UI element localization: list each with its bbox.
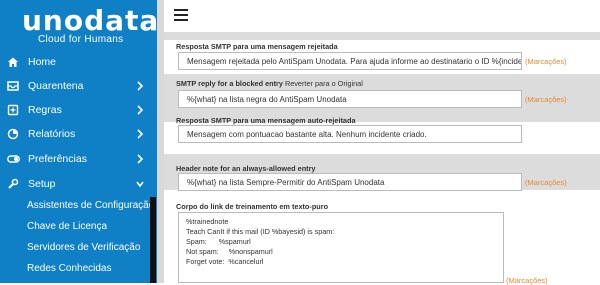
sidebar-item-quarentena[interactable]: Quarentena bbox=[0, 75, 157, 97]
chevron-right-icon bbox=[135, 104, 145, 116]
brand-name: unodata bbox=[22, 4, 157, 37]
chevron-down-icon bbox=[135, 178, 145, 190]
smtp-auto-reject-input[interactable]: Mensagem com pontuacao bastante alta. Ne… bbox=[178, 125, 522, 143]
chevron-right-icon bbox=[135, 128, 145, 140]
textarea-line: Spam: %spamurl bbox=[186, 237, 251, 246]
setting-label: Header note for an always-allowed entry bbox=[176, 164, 316, 173]
textarea-line: Not spam: %nonspamurl bbox=[186, 247, 273, 256]
textarea-line: %trainednote bbox=[186, 217, 229, 226]
sidebar-item-relatorios[interactable]: Relatórios bbox=[0, 123, 157, 145]
smtp-reject-reply-input[interactable]: Mensagem rejeitada pelo AntiSpam Unodata… bbox=[178, 52, 522, 70]
sidebar-item-label: Preferências bbox=[28, 153, 87, 165]
setting-label: SMTP reply for a blocked entry Reverter … bbox=[176, 79, 363, 88]
inbox-icon bbox=[6, 79, 20, 93]
sidebar-item-label: Home bbox=[28, 56, 57, 68]
sidebar: unodata Cloud for Humans Home Quarentena… bbox=[0, 0, 157, 283]
smtp-blocked-reply-input[interactable]: %{what} na lista negra do AntiSpam Unoda… bbox=[178, 90, 522, 108]
brand-logo[interactable]: unodata Cloud for Humans bbox=[18, 4, 157, 48]
sidebar-subitem-assistentes[interactable]: Assistentes de Configuração bbox=[27, 200, 154, 211]
marcacoes-link[interactable]: (Marcações) bbox=[525, 57, 567, 66]
sidebar-item-home[interactable]: Home bbox=[0, 51, 157, 73]
setting-label: Resposta SMTP para uma mensagem auto-rej… bbox=[176, 116, 356, 125]
marcacoes-link[interactable]: (Marcações) bbox=[506, 276, 548, 285]
main-scrollbar[interactable] bbox=[157, 0, 164, 283]
sidebar-subitem-redes[interactable]: Redes Conhecidas bbox=[27, 263, 112, 274]
settings-panel: Resposta SMTP para uma mensagem rejeitad… bbox=[164, 30, 600, 285]
sidebar-subitem-servidores[interactable]: Servidores de Verificação bbox=[27, 242, 140, 253]
revert-link[interactable]: Reverter para o Original bbox=[285, 79, 363, 88]
sidebar-scrollbar[interactable] bbox=[150, 197, 156, 283]
marcacoes-link[interactable]: (Marcações) bbox=[525, 178, 567, 187]
sidebar-item-preferencias[interactable]: Preferências bbox=[0, 148, 157, 170]
chevron-right-icon bbox=[135, 153, 145, 165]
textarea-line: Forget vote: %cancelurl bbox=[186, 257, 264, 266]
setting-label: Resposta SMTP para uma mensagem rejeitad… bbox=[176, 42, 338, 51]
menu-icon[interactable] bbox=[174, 9, 188, 21]
sidebar-item-label: Setup bbox=[28, 178, 56, 190]
textarea-line: Teach CanIt if this mail (ID %bayesid) i… bbox=[186, 227, 335, 236]
topbar bbox=[164, 0, 600, 30]
report-icon bbox=[6, 127, 20, 141]
sidebar-item-regras[interactable]: Regras bbox=[0, 99, 157, 121]
training-link-textarea[interactable]: %trainednote Teach CanIt if this mail (I… bbox=[178, 212, 504, 283]
sidebar-item-label: Quarentena bbox=[28, 80, 84, 92]
wrench-icon bbox=[6, 177, 20, 191]
home-icon bbox=[6, 55, 20, 69]
brand-tagline: Cloud for Humans bbox=[38, 34, 124, 45]
setting-label-text: SMTP reply for a blocked entry bbox=[176, 79, 283, 88]
header-note-allowed-input[interactable]: %{what} na lista Sempre-Permitir do Anti… bbox=[178, 173, 522, 191]
section-band bbox=[164, 32, 600, 40]
rules-icon bbox=[6, 103, 20, 117]
sidebar-item-label: Relatórios bbox=[28, 128, 76, 140]
marcacoes-link[interactable]: (Marcações) bbox=[525, 95, 567, 104]
chevron-right-icon bbox=[135, 80, 145, 92]
setting-label: Corpo do link de treinamento em texto-pu… bbox=[176, 202, 329, 211]
toggle-icon bbox=[6, 152, 20, 166]
sidebar-subitem-chave-licenca[interactable]: Chave de Licença bbox=[27, 221, 107, 232]
sidebar-item-setup[interactable]: Setup bbox=[0, 173, 157, 195]
sidebar-item-label: Regras bbox=[28, 104, 62, 116]
